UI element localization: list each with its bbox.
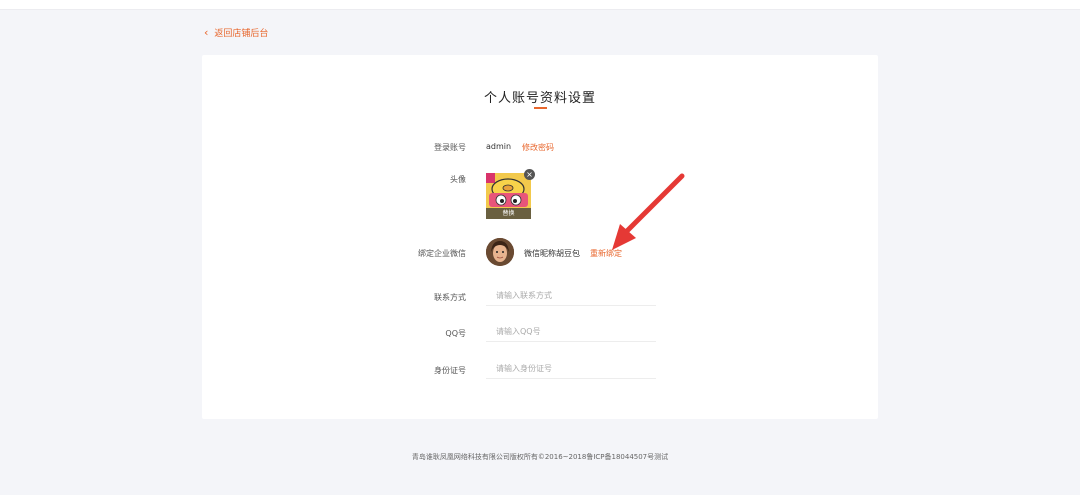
wechat-nickname: 微信昵称胡豆包 (524, 249, 580, 258)
profile-settings-card: 个人账号资料设置 登录账号 admin 修改密码 头像 替换 × 绑定企业微信 (202, 55, 878, 419)
contact-input[interactable] (486, 286, 656, 306)
id-number-label: 身份证号 (434, 366, 466, 375)
bind-wechat-label: 绑定企业微信 (418, 249, 466, 258)
contact-label: 联系方式 (434, 293, 466, 302)
close-icon[interactable]: × (524, 169, 535, 180)
avatar-replace-label[interactable]: 替换 (486, 208, 531, 219)
chevron-left-icon: ‹ (204, 26, 209, 39)
top-bar (0, 0, 1080, 10)
back-to-store-link[interactable]: ‹ 返回店铺后台 (204, 26, 268, 39)
qq-label: QQ号 (445, 329, 466, 338)
footer-copyright: 青岛谁耿凤凰网络科技有限公司版权所有©2016~2018鲁ICP备1804450… (411, 453, 669, 461)
page-title: 个人账号资料设置 (483, 91, 596, 106)
avatar-label: 头像 (450, 175, 466, 184)
login-account-label: 登录账号 (434, 143, 466, 152)
back-link-label: 返回店铺后台 (214, 29, 269, 39)
annotation-arrow-icon (612, 173, 685, 250)
avatar-upload[interactable]: 替换 (486, 173, 531, 219)
wechat-avatar (486, 238, 514, 266)
qq-input[interactable] (486, 322, 656, 342)
title-underline (534, 107, 547, 109)
id-number-input[interactable] (486, 359, 656, 379)
login-account-value: admin (486, 142, 512, 151)
change-password-link[interactable]: 修改密码 (522, 142, 554, 153)
